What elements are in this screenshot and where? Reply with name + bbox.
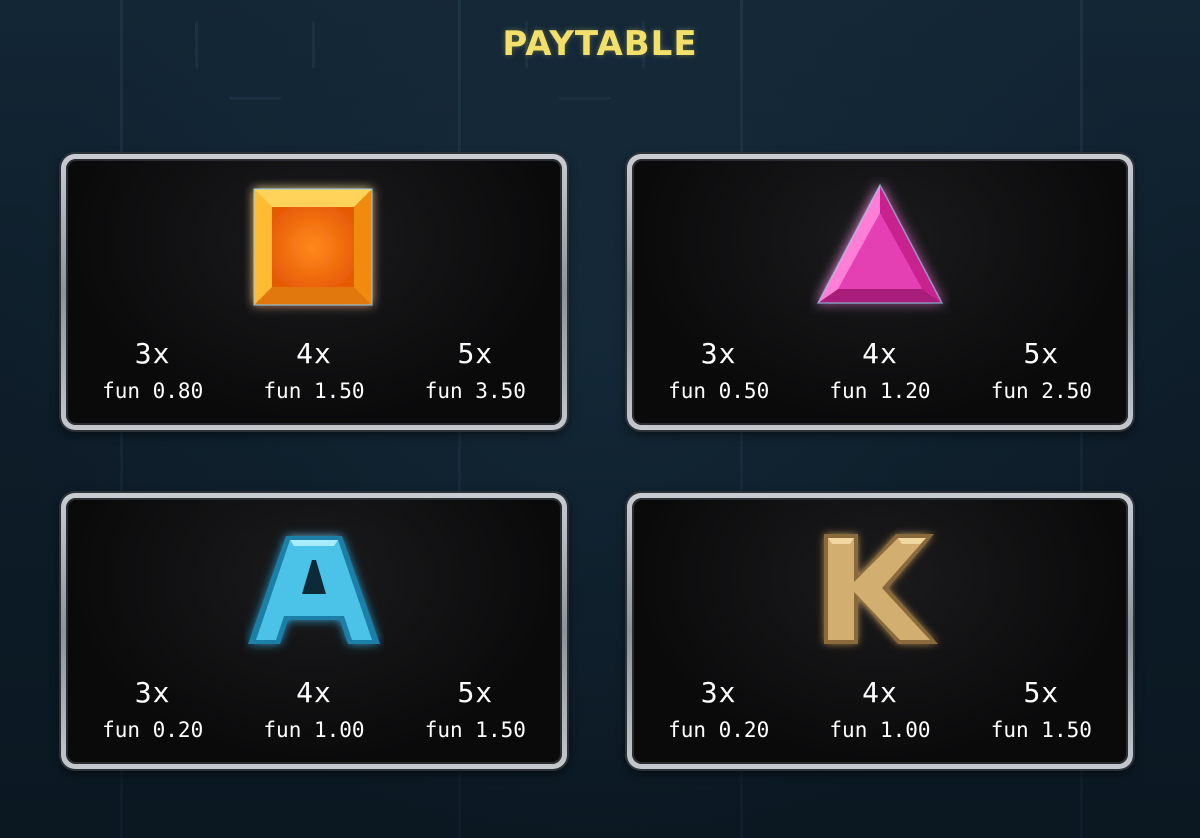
- payout-count: 3x: [700, 676, 737, 709]
- payout-row: 3x fun 0.80 4x fun 1.50 5x fun 3.50: [66, 337, 562, 407]
- payout-4x: 4x fun 1.20: [805, 337, 955, 407]
- paytable-title: PAYTABLE: [502, 24, 698, 64]
- pink-triangle-gem-icon: [816, 183, 944, 304]
- card-panel: 3x fun 0.80 4x fun 1.50 5x fun 3.50: [66, 159, 562, 425]
- payout-count: 3x: [134, 676, 171, 709]
- payout-count: 4x: [862, 337, 898, 370]
- payout-count: 4x: [296, 676, 332, 709]
- payout-value: fun 0.80: [102, 379, 204, 403]
- payout-5x: 5x fun 2.50: [966, 337, 1116, 407]
- payout-value: fun 2.50: [990, 379, 1092, 403]
- payout-3x: 3x fun 0.20: [644, 676, 794, 746]
- payout-value: fun 0.20: [668, 718, 770, 742]
- paytable-card-orange-gem: 3x fun 0.80 4x fun 1.50 5x fun 3.50: [61, 154, 567, 430]
- payout-count: 4x: [296, 337, 332, 370]
- card-panel: 3x fun 0.50 4x fun 1.20 5x fun 2.50: [632, 159, 1128, 425]
- payout-count: 5x: [457, 337, 494, 370]
- payout-4x: 4x fun 1.00: [805, 676, 955, 746]
- payout-row: 3x fun 0.20 4x fun 1.00 5x fun 1.50: [66, 676, 562, 746]
- payout-count: 3x: [134, 337, 171, 370]
- paytable-card-letter-a: 3x fun 0.20 4x fun 1.00 5x fun 1.50: [61, 493, 567, 769]
- payout-row: 3x fun 0.20 4x fun 1.00 5x fun 1.50: [632, 676, 1128, 746]
- gold-letter-k-icon: [824, 534, 938, 644]
- card-panel: 3x fun 0.20 4x fun 1.00 5x fun 1.50: [66, 498, 562, 764]
- payout-value: fun 1.50: [263, 379, 365, 403]
- payout-count: 5x: [1023, 337, 1060, 370]
- payout-value: fun 0.20: [102, 718, 204, 742]
- payout-5x: 5x fun 1.50: [966, 676, 1116, 746]
- payout-5x: 5x fun 3.50: [400, 337, 550, 407]
- payout-value: fun 1.20: [829, 379, 931, 403]
- card-panel: 3x fun 0.20 4x fun 1.00 5x fun 1.50: [632, 498, 1128, 764]
- payout-5x: 5x fun 1.50: [400, 676, 550, 746]
- payout-count: 5x: [1023, 676, 1060, 709]
- payout-3x: 3x fun 0.50: [644, 337, 794, 407]
- payout-3x: 3x fun 0.80: [78, 337, 228, 407]
- payout-count: 3x: [700, 337, 737, 370]
- paytable-card-pink-gem: 3x fun 0.50 4x fun 1.20 5x fun 2.50: [627, 154, 1133, 430]
- payout-value: fun 1.50: [424, 718, 526, 742]
- payout-4x: 4x fun 1.50: [239, 337, 389, 407]
- paytable-card-letter-k: 3x fun 0.20 4x fun 1.00 5x fun 1.50: [627, 493, 1133, 769]
- payout-value: fun 3.50: [424, 379, 526, 403]
- payout-value: fun 1.00: [263, 718, 365, 742]
- payout-count: 4x: [862, 676, 898, 709]
- payout-value: fun 1.00: [829, 718, 931, 742]
- payout-3x: 3x fun 0.20: [78, 676, 228, 746]
- payout-count: 5x: [457, 676, 494, 709]
- payout-4x: 4x fun 1.00: [239, 676, 389, 746]
- orange-square-gem-icon: [253, 188, 373, 306]
- blue-letter-a-icon: [248, 536, 380, 644]
- payout-value: fun 1.50: [990, 718, 1092, 742]
- payout-value: fun 0.50: [668, 379, 770, 403]
- payout-row: 3x fun 0.50 4x fun 1.20 5x fun 2.50: [632, 337, 1128, 407]
